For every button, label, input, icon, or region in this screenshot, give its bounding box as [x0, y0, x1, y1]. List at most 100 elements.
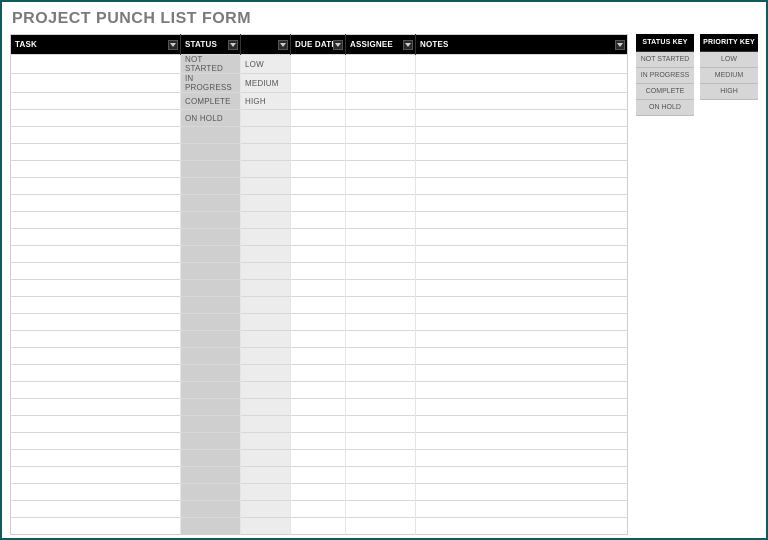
- cell-status[interactable]: [181, 195, 241, 212]
- cell-task[interactable]: [11, 161, 181, 178]
- cell-priority[interactable]: [241, 229, 291, 246]
- cell-assignee[interactable]: [346, 416, 416, 433]
- cell-task[interactable]: [11, 144, 181, 161]
- cell-status[interactable]: [181, 518, 241, 535]
- cell-notes[interactable]: [416, 348, 628, 365]
- cell-due_date[interactable]: [291, 348, 346, 365]
- cell-task[interactable]: [11, 110, 181, 127]
- cell-notes[interactable]: [416, 93, 628, 110]
- cell-status[interactable]: [181, 467, 241, 484]
- cell-task[interactable]: [11, 263, 181, 280]
- cell-due_date[interactable]: [291, 144, 346, 161]
- cell-due_date[interactable]: [291, 433, 346, 450]
- cell-task[interactable]: [11, 501, 181, 518]
- cell-due_date[interactable]: [291, 127, 346, 144]
- cell-notes[interactable]: [416, 450, 628, 467]
- cell-assignee[interactable]: [346, 297, 416, 314]
- cell-assignee[interactable]: [346, 450, 416, 467]
- cell-task[interactable]: [11, 246, 181, 263]
- cell-due_date[interactable]: [291, 178, 346, 195]
- cell-task[interactable]: [11, 416, 181, 433]
- cell-status[interactable]: [181, 331, 241, 348]
- cell-notes[interactable]: [416, 297, 628, 314]
- cell-assignee[interactable]: [346, 382, 416, 399]
- cell-due_date[interactable]: [291, 280, 346, 297]
- cell-priority[interactable]: [241, 280, 291, 297]
- cell-task[interactable]: [11, 212, 181, 229]
- cell-assignee[interactable]: [346, 280, 416, 297]
- cell-due_date[interactable]: [291, 229, 346, 246]
- cell-priority[interactable]: [241, 365, 291, 382]
- cell-priority[interactable]: [241, 382, 291, 399]
- cell-priority[interactable]: MEDIUM: [241, 74, 291, 93]
- cell-assignee[interactable]: [346, 229, 416, 246]
- cell-priority[interactable]: [241, 450, 291, 467]
- cell-priority[interactable]: LOW: [241, 55, 291, 74]
- cell-assignee[interactable]: [346, 74, 416, 93]
- col-header-task[interactable]: TASK: [11, 35, 181, 55]
- cell-task[interactable]: [11, 467, 181, 484]
- cell-assignee[interactable]: [346, 195, 416, 212]
- cell-status[interactable]: [181, 484, 241, 501]
- cell-assignee[interactable]: [346, 55, 416, 74]
- cell-notes[interactable]: [416, 110, 628, 127]
- cell-due_date[interactable]: [291, 110, 346, 127]
- cell-notes[interactable]: [416, 365, 628, 382]
- cell-status[interactable]: [181, 382, 241, 399]
- cell-status[interactable]: [181, 433, 241, 450]
- filter-icon[interactable]: [615, 40, 625, 50]
- cell-status[interactable]: NOT STARTED: [181, 55, 241, 74]
- cell-task[interactable]: [11, 297, 181, 314]
- cell-notes[interactable]: [416, 263, 628, 280]
- cell-status[interactable]: [181, 280, 241, 297]
- cell-priority[interactable]: HIGH: [241, 93, 291, 110]
- cell-assignee[interactable]: [346, 144, 416, 161]
- cell-notes[interactable]: [416, 314, 628, 331]
- cell-notes[interactable]: [416, 399, 628, 416]
- cell-priority[interactable]: [241, 127, 291, 144]
- cell-status[interactable]: [181, 246, 241, 263]
- cell-task[interactable]: [11, 518, 181, 535]
- cell-priority[interactable]: [241, 467, 291, 484]
- cell-notes[interactable]: [416, 55, 628, 74]
- cell-task[interactable]: [11, 365, 181, 382]
- col-header-assignee[interactable]: ASSIGNEE: [346, 35, 416, 55]
- cell-task[interactable]: [11, 484, 181, 501]
- cell-due_date[interactable]: [291, 399, 346, 416]
- cell-priority[interactable]: [241, 144, 291, 161]
- filter-icon[interactable]: [278, 40, 288, 50]
- cell-task[interactable]: [11, 55, 181, 74]
- cell-priority[interactable]: [241, 246, 291, 263]
- cell-notes[interactable]: [416, 161, 628, 178]
- cell-due_date[interactable]: [291, 195, 346, 212]
- cell-task[interactable]: [11, 331, 181, 348]
- cell-status[interactable]: [181, 212, 241, 229]
- cell-due_date[interactable]: [291, 467, 346, 484]
- cell-notes[interactable]: [416, 212, 628, 229]
- filter-icon[interactable]: [333, 40, 343, 50]
- cell-status[interactable]: IN PROGRESS: [181, 74, 241, 93]
- cell-priority[interactable]: [241, 416, 291, 433]
- cell-due_date[interactable]: [291, 416, 346, 433]
- cell-task[interactable]: [11, 74, 181, 93]
- cell-due_date[interactable]: [291, 246, 346, 263]
- cell-priority[interactable]: [241, 399, 291, 416]
- cell-status[interactable]: [181, 178, 241, 195]
- cell-notes[interactable]: [416, 229, 628, 246]
- cell-notes[interactable]: [416, 246, 628, 263]
- cell-assignee[interactable]: [346, 127, 416, 144]
- cell-assignee[interactable]: [346, 212, 416, 229]
- cell-due_date[interactable]: [291, 297, 346, 314]
- cell-priority[interactable]: [241, 518, 291, 535]
- cell-priority[interactable]: [241, 110, 291, 127]
- cell-status[interactable]: COMPLETE: [181, 93, 241, 110]
- cell-priority[interactable]: [241, 263, 291, 280]
- cell-priority[interactable]: [241, 501, 291, 518]
- cell-priority[interactable]: [241, 212, 291, 229]
- cell-task[interactable]: [11, 450, 181, 467]
- filter-icon[interactable]: [168, 40, 178, 50]
- cell-due_date[interactable]: [291, 382, 346, 399]
- cell-assignee[interactable]: [346, 348, 416, 365]
- filter-icon[interactable]: [228, 40, 238, 50]
- cell-priority[interactable]: [241, 348, 291, 365]
